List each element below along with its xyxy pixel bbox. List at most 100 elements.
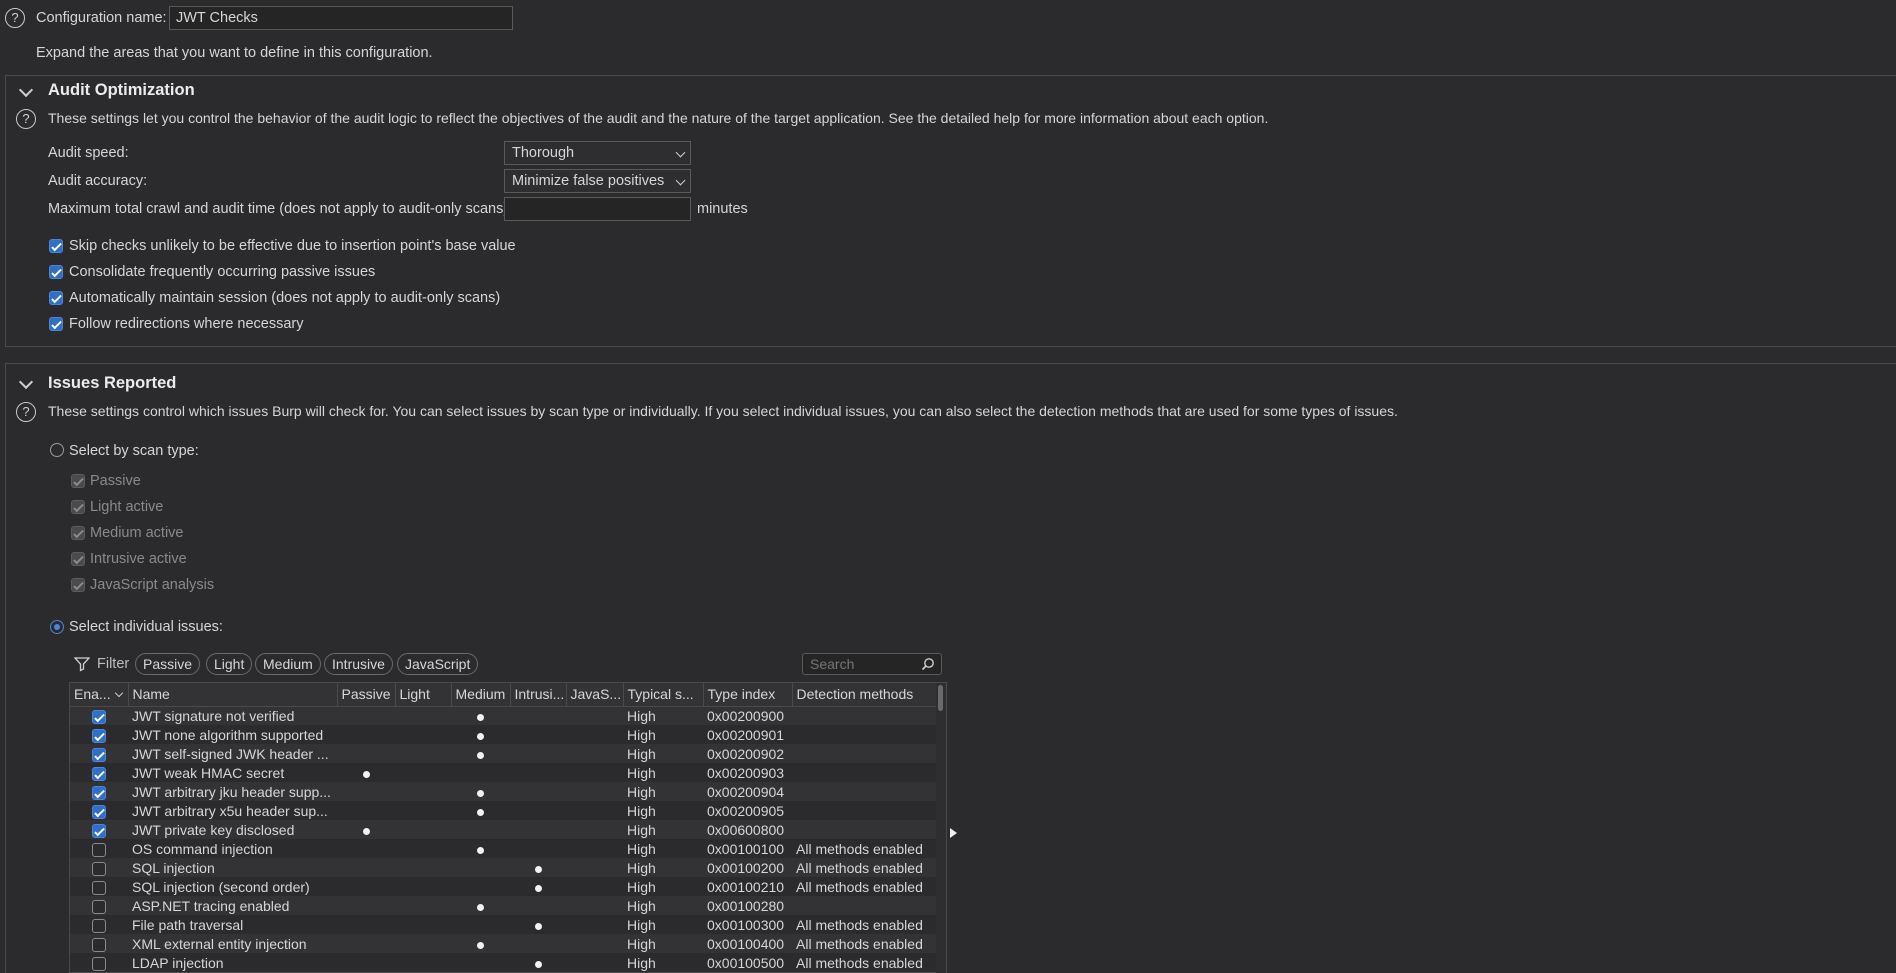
scrollbar-thumb[interactable] [938, 685, 943, 711]
enabled-cell[interactable] [70, 858, 128, 877]
select-individual-issues-radio[interactable] [50, 620, 64, 634]
table-row[interactable]: JWT self-signed JWK header ... High 0x0020… [70, 744, 937, 763]
column-header-medium[interactable]: Medium [451, 683, 511, 707]
filter-pill-medium[interactable]: Medium [255, 653, 321, 675]
level-dot-icon [477, 903, 484, 911]
help-icon[interactable]: ? [5, 8, 25, 28]
option-label: Skip checks unlikely to be effective due… [69, 238, 516, 254]
table-row[interactable]: SQL injection (second order) High 0x001002… [70, 877, 937, 896]
scan-level-cell [451, 934, 510, 953]
select-by-scan-type-radio[interactable] [50, 443, 64, 457]
enabled-cell[interactable] [70, 953, 128, 972]
filter-pill-javascript[interactable]: JavaScript [397, 653, 479, 675]
scan-type-checkbox[interactable] [71, 578, 85, 592]
scan-type-checkbox[interactable] [71, 552, 85, 566]
table-row[interactable]: XML external entity injection High 0x00100… [70, 934, 937, 953]
enabled-cell[interactable] [70, 744, 128, 763]
scan-level-cell [395, 896, 451, 915]
enabled-checkbox[interactable] [92, 899, 106, 914]
column-header-type-index[interactable]: Type index [703, 683, 793, 707]
enabled-checkbox[interactable] [92, 709, 106, 724]
level-dot-icon [534, 922, 542, 930]
table-row[interactable]: JWT private key disclosed High 0x00600800 [70, 820, 937, 839]
follow-redirections-checkbox[interactable] [49, 317, 63, 331]
enabled-checkbox[interactable] [92, 804, 106, 819]
expand-arrow-icon[interactable] [949, 828, 958, 838]
scan-type-checkbox[interactable] [71, 500, 85, 514]
typical-severity: High [623, 915, 703, 934]
typical-severity: High [623, 953, 703, 972]
enabled-checkbox[interactable] [92, 728, 106, 743]
enabled-checkbox[interactable] [92, 823, 106, 838]
audit-accuracy-select[interactable]: Minimize false positives [504, 169, 691, 193]
enabled-checkbox[interactable] [92, 861, 106, 876]
enabled-checkbox[interactable] [92, 956, 106, 971]
typical-severity: High [623, 877, 703, 896]
help-icon[interactable]: ? [16, 402, 36, 422]
audit-optimization-title: Audit Optimization [48, 81, 195, 99]
level-dot-icon [477, 713, 484, 721]
maintain-session-checkbox[interactable] [49, 291, 63, 305]
enabled-checkbox[interactable] [92, 918, 106, 933]
table-row[interactable]: File path traversal High 0x00100300 All met… [70, 915, 937, 934]
enabled-checkbox[interactable] [92, 880, 106, 895]
enabled-cell[interactable] [70, 725, 128, 744]
column-header-name[interactable]: Name [128, 683, 338, 707]
enabled-cell[interactable] [70, 820, 128, 839]
table-row[interactable]: JWT none algorithm supported High 0x002009… [70, 725, 937, 744]
enabled-cell[interactable] [70, 934, 128, 953]
enabled-cell[interactable] [70, 839, 128, 858]
config-name-input[interactable] [169, 6, 513, 30]
filter-icon[interactable] [74, 656, 90, 672]
filter-pill-light[interactable]: Light [206, 653, 253, 675]
enabled-cell[interactable] [70, 877, 128, 896]
filter-pill-intrusive[interactable]: Intrusive [324, 653, 393, 675]
enabled-cell[interactable] [70, 763, 128, 782]
scan-level-cell [510, 839, 566, 858]
table-row[interactable]: JWT arbitrary x5u header sup... High 0x002… [70, 801, 937, 820]
column-header-passive[interactable]: Passive [337, 683, 396, 707]
table-row[interactable]: SQL injection High 0x00100200 All methods e… [70, 858, 937, 877]
table-scrollbar[interactable] [936, 683, 946, 973]
help-icon[interactable]: ? [16, 109, 36, 129]
enabled-cell[interactable] [70, 896, 128, 915]
enabled-cell[interactable] [70, 706, 128, 725]
scan-level-cell [566, 820, 623, 839]
table-row[interactable]: JWT signature not verified High 0x00200900 [70, 706, 937, 725]
enabled-checkbox[interactable] [92, 747, 106, 762]
scan-type-checkbox[interactable] [71, 526, 85, 540]
skip-checks-checkbox[interactable] [49, 239, 63, 253]
enabled-checkbox[interactable] [92, 937, 106, 952]
table-row[interactable]: ASP.NET tracing enabled High 0x00100280 [70, 896, 937, 915]
enabled-cell[interactable] [70, 782, 128, 801]
typical-severity: High [623, 725, 703, 744]
audit-speed-select[interactable]: Thorough [504, 141, 691, 165]
table-row[interactable]: LDAP injection High 0x00100500 All methods … [70, 953, 937, 972]
column-header-enabled[interactable]: Ena... [70, 683, 129, 707]
typical-severity: High [623, 763, 703, 782]
column-header-detection-methods[interactable]: Detection methods [792, 683, 938, 707]
typical-severity: High [623, 801, 703, 820]
enabled-cell[interactable] [70, 915, 128, 934]
table-row[interactable]: OS command injection High 0x00100100 All me… [70, 839, 937, 858]
scan-level-cell [395, 858, 451, 877]
level-dot-icon [477, 732, 484, 740]
column-header-javascript[interactable]: JavaS... [566, 683, 624, 707]
table-row[interactable]: JWT weak HMAC secret High 0x00200903 [70, 763, 937, 782]
issue-name: JWT arbitrary x5u header sup... [128, 801, 337, 820]
enabled-checkbox[interactable] [92, 766, 106, 781]
enabled-checkbox[interactable] [92, 785, 106, 800]
scan-type-label: Intrusive active [90, 551, 187, 567]
scan-level-cell [337, 725, 395, 744]
filter-pill-passive[interactable]: Passive [135, 653, 201, 675]
column-header-intrusive[interactable]: Intrusi... [510, 683, 567, 707]
column-header-light[interactable]: Light [395, 683, 452, 707]
scan-level-cell [566, 839, 623, 858]
enabled-cell[interactable] [70, 801, 128, 820]
max-time-input[interactable] [504, 197, 691, 221]
enabled-checkbox[interactable] [92, 842, 106, 857]
column-header-typical-severity[interactable]: Typical s... [623, 683, 704, 707]
scan-type-checkbox[interactable] [71, 474, 85, 488]
table-row[interactable]: JWT arbitrary jku header supp... High 0x00… [70, 782, 937, 801]
consolidate-checkbox[interactable] [49, 265, 63, 279]
